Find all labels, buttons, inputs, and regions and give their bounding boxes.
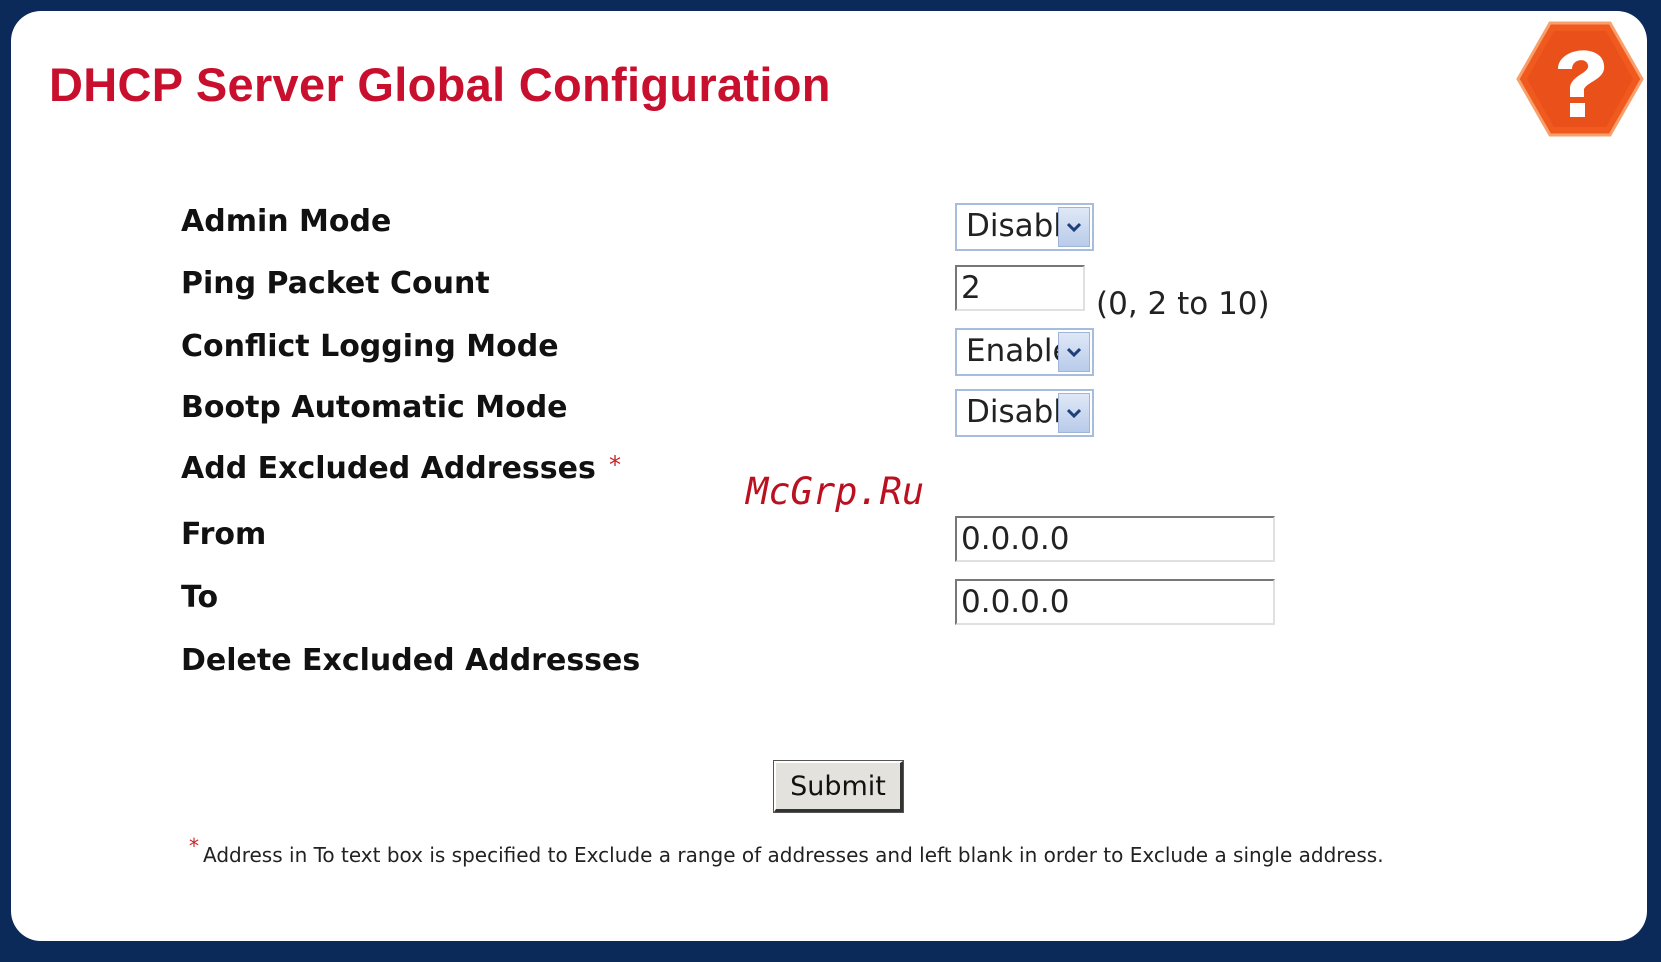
conflict-logging-mode-select[interactable]: Enable (955, 328, 1094, 376)
chevron-down-icon[interactable] (1058, 332, 1090, 372)
main-panel: DHCP Server Global Configuration Admin M… (11, 11, 1647, 941)
ping-packet-count-label: Ping Packet Count (181, 266, 490, 301)
add-excluded-addresses-label: Add Excluded Addresses (181, 451, 596, 486)
ping-packet-count-range-hint: (0, 2 to 10) (1096, 286, 1270, 322)
help-icon[interactable] (1514, 17, 1646, 141)
bootp-automatic-mode-select[interactable]: Disable (955, 389, 1094, 437)
conflict-logging-mode-select-value: Enable (966, 333, 1072, 369)
from-label: From (181, 517, 267, 552)
admin-mode-label: Admin Mode (181, 204, 392, 239)
chevron-down-icon[interactable] (1058, 393, 1090, 433)
question-mark-hexagon-icon (1516, 21, 1644, 137)
to-address-input[interactable] (955, 579, 1275, 625)
to-label: To (181, 580, 219, 615)
admin-mode-select[interactable]: Disable (955, 203, 1094, 251)
ping-packet-count-input[interactable] (955, 265, 1085, 311)
submit-button[interactable]: Submit (773, 760, 904, 813)
bootp-automatic-mode-label: Bootp Automatic Mode (181, 390, 568, 425)
from-address-input[interactable] (955, 516, 1275, 562)
required-asterisk: * (609, 451, 621, 479)
footnote-text: Address in To text box is specified to E… (203, 843, 1384, 867)
footnote-asterisk: * (189, 834, 199, 858)
delete-excluded-addresses-label: Delete Excluded Addresses (181, 643, 641, 678)
page-title: DHCP Server Global Configuration (49, 58, 831, 111)
conflict-logging-mode-label: Conflict Logging Mode (181, 329, 559, 364)
watermark: McGrp.Ru (746, 470, 925, 513)
chevron-down-icon[interactable] (1058, 207, 1090, 247)
